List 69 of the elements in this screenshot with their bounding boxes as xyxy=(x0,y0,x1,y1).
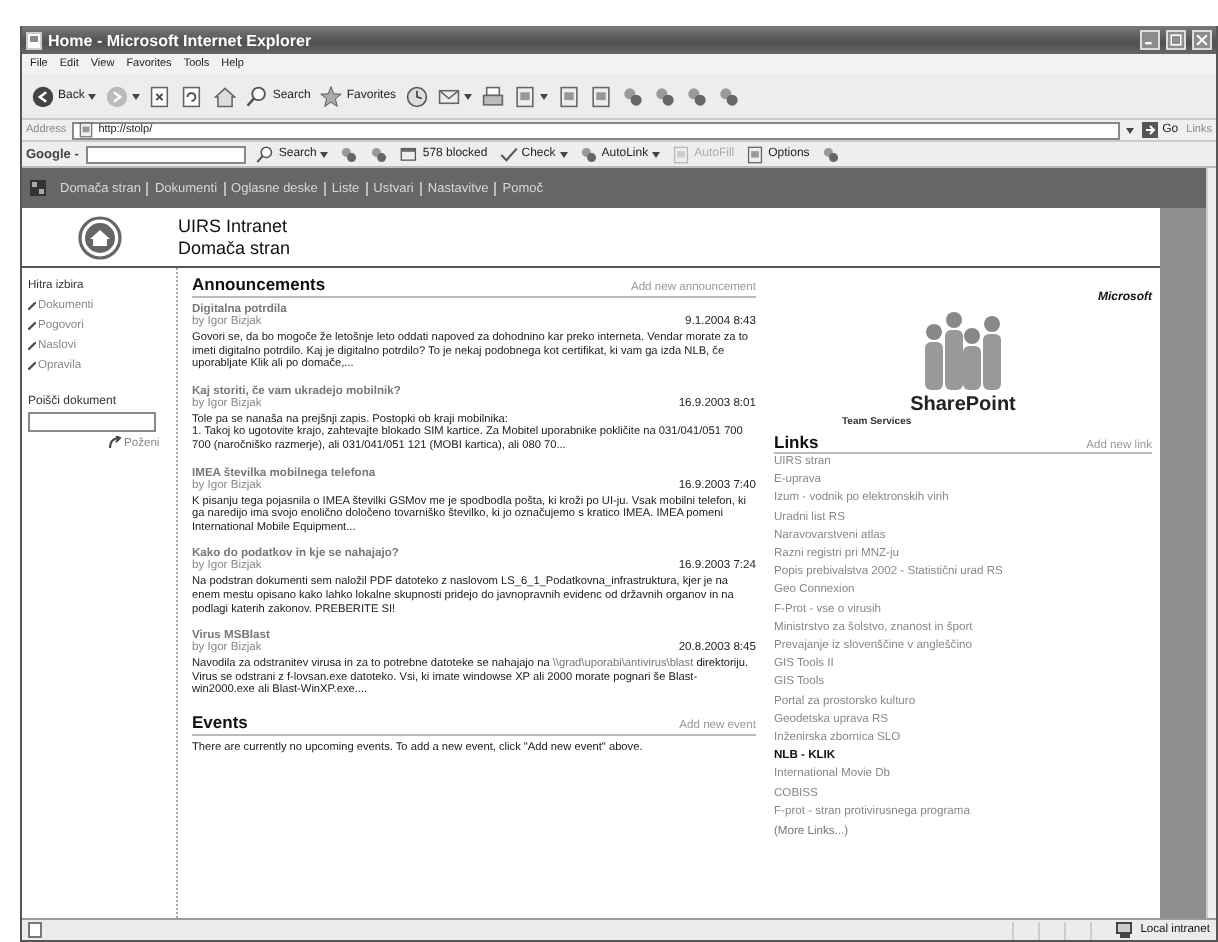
arrow-icon xyxy=(108,436,122,450)
close-button[interactable] xyxy=(1192,30,1212,50)
forward-icon xyxy=(106,85,129,107)
home-icon xyxy=(78,215,122,259)
bullet-icon xyxy=(28,322,36,330)
section-title: Events xyxy=(192,711,248,732)
toolbar-button[interactable] xyxy=(212,85,239,107)
maximize-button[interactable] xyxy=(1166,30,1186,50)
toolbar-button[interactable] xyxy=(104,85,143,107)
toolbar-button[interactable] xyxy=(512,85,551,107)
bullet-icon xyxy=(28,302,36,310)
search-icon xyxy=(256,145,275,163)
window-title: Home - Microsoft Internet Explorer xyxy=(48,31,314,49)
toolbar-button[interactable] xyxy=(404,85,431,107)
search-field[interactable] xyxy=(86,145,247,163)
check-icon xyxy=(499,145,518,163)
caret-icon xyxy=(559,151,568,157)
caret-icon xyxy=(1126,127,1135,133)
back-icon xyxy=(32,85,54,107)
toolbar-button[interactable] xyxy=(716,85,743,107)
tool-icon xyxy=(622,85,645,107)
stop-icon xyxy=(150,85,173,107)
tool-icon xyxy=(718,85,741,107)
star-icon xyxy=(320,85,343,107)
page-icon xyxy=(590,85,613,107)
refresh-icon xyxy=(182,85,205,107)
caret-icon xyxy=(320,151,329,157)
page-icon xyxy=(514,85,537,107)
caret-icon xyxy=(88,93,97,99)
toolbar-button[interactable] xyxy=(652,85,679,107)
caret-icon xyxy=(132,93,141,99)
bullet-icon xyxy=(28,342,36,350)
search-icon xyxy=(246,85,269,107)
minimize-button[interactable] xyxy=(1140,30,1160,50)
site-title: UIRS Intranet xyxy=(178,215,290,237)
envelope-icon xyxy=(438,85,461,107)
home-icon xyxy=(214,85,237,107)
caret-icon xyxy=(652,151,661,157)
page-icon xyxy=(558,85,581,107)
caret-icon xyxy=(464,93,473,99)
toolbar-button[interactable] xyxy=(480,85,507,107)
toolbar-button[interactable] xyxy=(556,85,583,107)
section-title: Announcements xyxy=(192,274,326,294)
bullet-icon xyxy=(28,362,36,370)
toolbar-button[interactable] xyxy=(588,85,615,107)
page-icon xyxy=(28,922,42,938)
toolbar-button[interactable] xyxy=(368,145,391,163)
page-title: Domača stran xyxy=(178,237,291,259)
search-field[interactable] xyxy=(28,412,156,432)
clock-icon xyxy=(406,85,429,107)
computer-icon xyxy=(1116,922,1135,938)
tool-icon xyxy=(654,85,677,107)
tool-icon xyxy=(821,145,840,163)
tool-icon xyxy=(686,85,709,107)
scrollbar[interactable] xyxy=(1206,168,1216,918)
toolbar-button[interactable] xyxy=(436,85,475,107)
product-name: SharePoint xyxy=(910,396,1016,416)
toolbar-button[interactable] xyxy=(819,145,842,163)
section-title: Links xyxy=(774,432,819,452)
toolbar-button[interactable] xyxy=(620,85,647,107)
grid-icon xyxy=(30,180,46,196)
toolbar-button[interactable] xyxy=(684,85,711,107)
page-icon xyxy=(672,145,691,163)
printer-icon xyxy=(482,85,505,107)
caret-icon xyxy=(540,93,549,99)
arrow-icon xyxy=(1142,122,1159,138)
toolbar-button[interactable] xyxy=(338,145,361,163)
page-icon xyxy=(26,31,42,49)
tool-icon xyxy=(579,145,598,163)
